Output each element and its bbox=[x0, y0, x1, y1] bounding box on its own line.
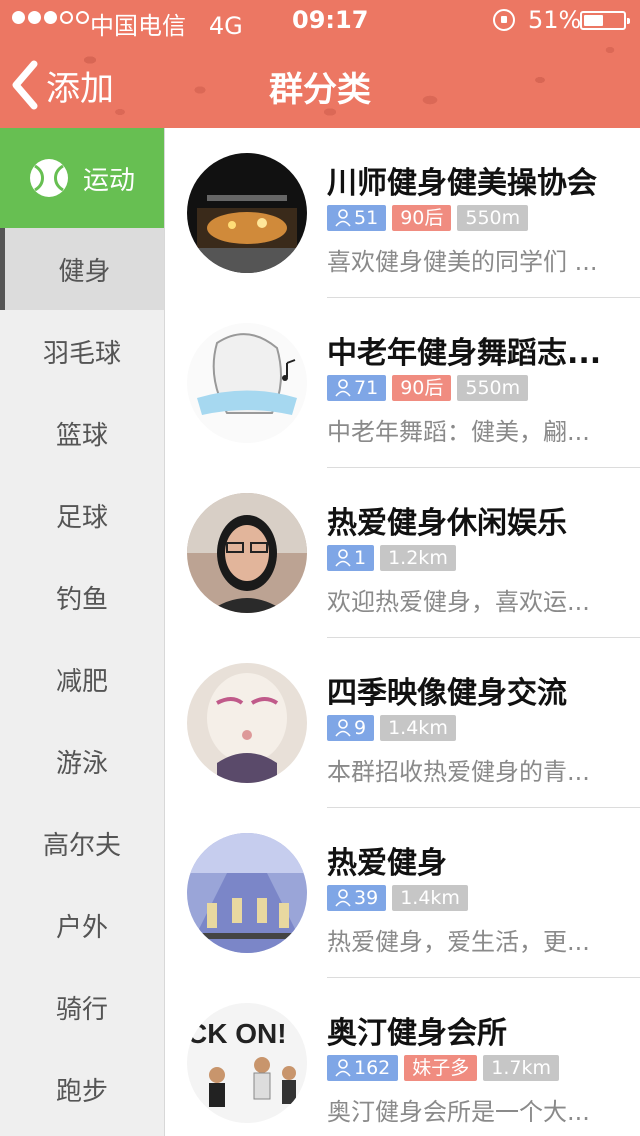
category-sidebar: 运动 健身 羽毛球 篮球 足球 钓鱼 减肥 游泳 高尔夫 户外 骑行 跑步 bbox=[0, 128, 165, 1136]
category-header-sports[interactable]: 运动 bbox=[0, 128, 164, 228]
distance-badge: 1.4km bbox=[392, 885, 468, 911]
page-title: 群分类 bbox=[269, 70, 371, 110]
member-count-badge: 9 bbox=[327, 715, 375, 741]
person-icon bbox=[335, 209, 351, 227]
group-description: 欢迎热爱健身，喜欢运... bbox=[327, 588, 590, 616]
group-description: 本群招收热爱健身的青... bbox=[327, 758, 590, 786]
member-count-badge: 162 bbox=[327, 1055, 399, 1081]
group-tags: 39 1.4km bbox=[327, 885, 468, 911]
member-count: 51 bbox=[354, 207, 379, 229]
sidebar-item[interactable]: 羽毛球 bbox=[0, 310, 164, 392]
category-label: 运动 bbox=[82, 165, 135, 196]
group-tags: 162 妹子多 1.7km bbox=[327, 1055, 560, 1081]
signal-strength-icon bbox=[12, 11, 89, 24]
distance-badge: 1.2km bbox=[380, 545, 456, 571]
group-avatar bbox=[187, 663, 307, 783]
group-tag-badge: 90后 bbox=[392, 375, 452, 401]
tennis-ball-icon bbox=[29, 159, 68, 197]
group-list-item[interactable]: 中老年健身舞蹈志... 71 90后 550m 中老年舞蹈：健美，翩... bbox=[187, 298, 640, 468]
member-count: 9 bbox=[354, 717, 367, 739]
group-list-item[interactable]: 热爱健身休闲娱乐 1 1.2km 欢迎热爱健身，喜欢运... bbox=[187, 468, 640, 638]
avatar-logo-text: CK ON! bbox=[187, 1018, 287, 1049]
group-description: 热爱健身，爱生活，更... bbox=[327, 928, 590, 956]
member-count-badge: 71 bbox=[327, 375, 387, 401]
rotation-lock-icon bbox=[493, 9, 515, 31]
group-title: 奥汀健身会所 bbox=[327, 1016, 507, 1051]
group-avatar bbox=[187, 833, 307, 953]
sidebar-item[interactable]: 健身 bbox=[0, 228, 164, 310]
group-avatar bbox=[187, 323, 307, 443]
distance-badge: 1.4km bbox=[380, 715, 456, 741]
carrier-label: 中国电信 4G bbox=[90, 12, 243, 40]
person-icon bbox=[335, 889, 351, 907]
member-count-badge: 1 bbox=[327, 545, 375, 571]
clock: 09:17 bbox=[292, 6, 369, 34]
group-tags: 51 90后 550m bbox=[327, 205, 529, 231]
member-count-badge: 51 bbox=[327, 205, 387, 231]
distance-badge: 550m bbox=[457, 375, 529, 401]
group-avatar: CK ON! bbox=[187, 1003, 307, 1123]
group-title: 热爱健身休闲娱乐 bbox=[327, 506, 567, 541]
group-description: 奥汀健身会所是一个大... bbox=[327, 1098, 590, 1126]
battery-icon bbox=[580, 11, 630, 30]
group-tag-badge: 90后 bbox=[392, 205, 452, 231]
distance-badge: 550m bbox=[457, 205, 529, 231]
sidebar-item[interactable]: 减肥 bbox=[0, 638, 164, 720]
sidebar-item[interactable]: 篮球 bbox=[0, 392, 164, 474]
member-count: 39 bbox=[354, 887, 379, 909]
header: 中国电信 4G 09:17 51% 添加 群分类 bbox=[0, 0, 640, 128]
sidebar-item[interactable]: 高尔夫 bbox=[0, 802, 164, 884]
group-title: 中老年健身舞蹈志... bbox=[327, 336, 602, 371]
member-count: 1 bbox=[354, 547, 367, 569]
sidebar-item[interactable]: 跑步 bbox=[0, 1048, 164, 1130]
group-tags: 71 90后 550m bbox=[327, 375, 529, 401]
group-tags: 1 1.2km bbox=[327, 545, 456, 571]
group-avatar bbox=[187, 153, 307, 273]
group-avatar bbox=[187, 493, 307, 613]
group-title: 热爱健身 bbox=[327, 846, 447, 881]
group-tag-badge: 妹子多 bbox=[404, 1055, 478, 1081]
group-list-item[interactable]: 川师健身健美操协会 51 90后 550m 喜欢健身健美的同学们 ... bbox=[187, 128, 640, 298]
status-bar: 中国电信 4G 09:17 51% bbox=[0, 0, 640, 40]
person-icon bbox=[335, 549, 351, 567]
group-tags: 9 1.4km bbox=[327, 715, 456, 741]
group-description: 喜欢健身健美的同学们 ... bbox=[327, 248, 598, 276]
distance-badge: 1.7km bbox=[483, 1055, 560, 1081]
sidebar-item[interactable]: 户外 bbox=[0, 884, 164, 966]
battery-percent: 51% bbox=[528, 6, 582, 34]
group-list-item[interactable]: 热爱健身 39 1.4km 热爱健身，爱生活，更... bbox=[187, 808, 640, 978]
group-title: 川师健身健美操协会 bbox=[327, 166, 597, 201]
sidebar-item[interactable]: 足球 bbox=[0, 474, 164, 556]
member-count-badge: 39 bbox=[327, 885, 387, 911]
group-title: 四季映像健身交流 bbox=[327, 676, 567, 711]
person-icon bbox=[335, 719, 351, 737]
member-count: 71 bbox=[354, 377, 379, 399]
member-count: 162 bbox=[354, 1057, 391, 1079]
person-icon bbox=[335, 379, 351, 397]
sidebar-item[interactable]: 钓鱼 bbox=[0, 556, 164, 638]
sidebar-item[interactable]: 骑行 bbox=[0, 966, 164, 1048]
person-icon bbox=[335, 1059, 351, 1077]
group-list: 川师健身健美操协会 51 90后 550m 喜欢健身健美的同学们 ... 中老年健身舞蹈志… bbox=[165, 128, 640, 1136]
sidebar-item[interactable]: 游泳 bbox=[0, 720, 164, 802]
group-list-item[interactable]: 四季映像健身交流 9 1.4km 本群招收热爱健身的青... bbox=[187, 638, 640, 808]
group-list-item[interactable]: CK ON! 奥汀健身会所 162 妹子多 1.7km 奥汀健身会所是一个大... bbox=[187, 978, 640, 1136]
group-description: 中老年舞蹈：健美，翩... bbox=[327, 418, 590, 446]
